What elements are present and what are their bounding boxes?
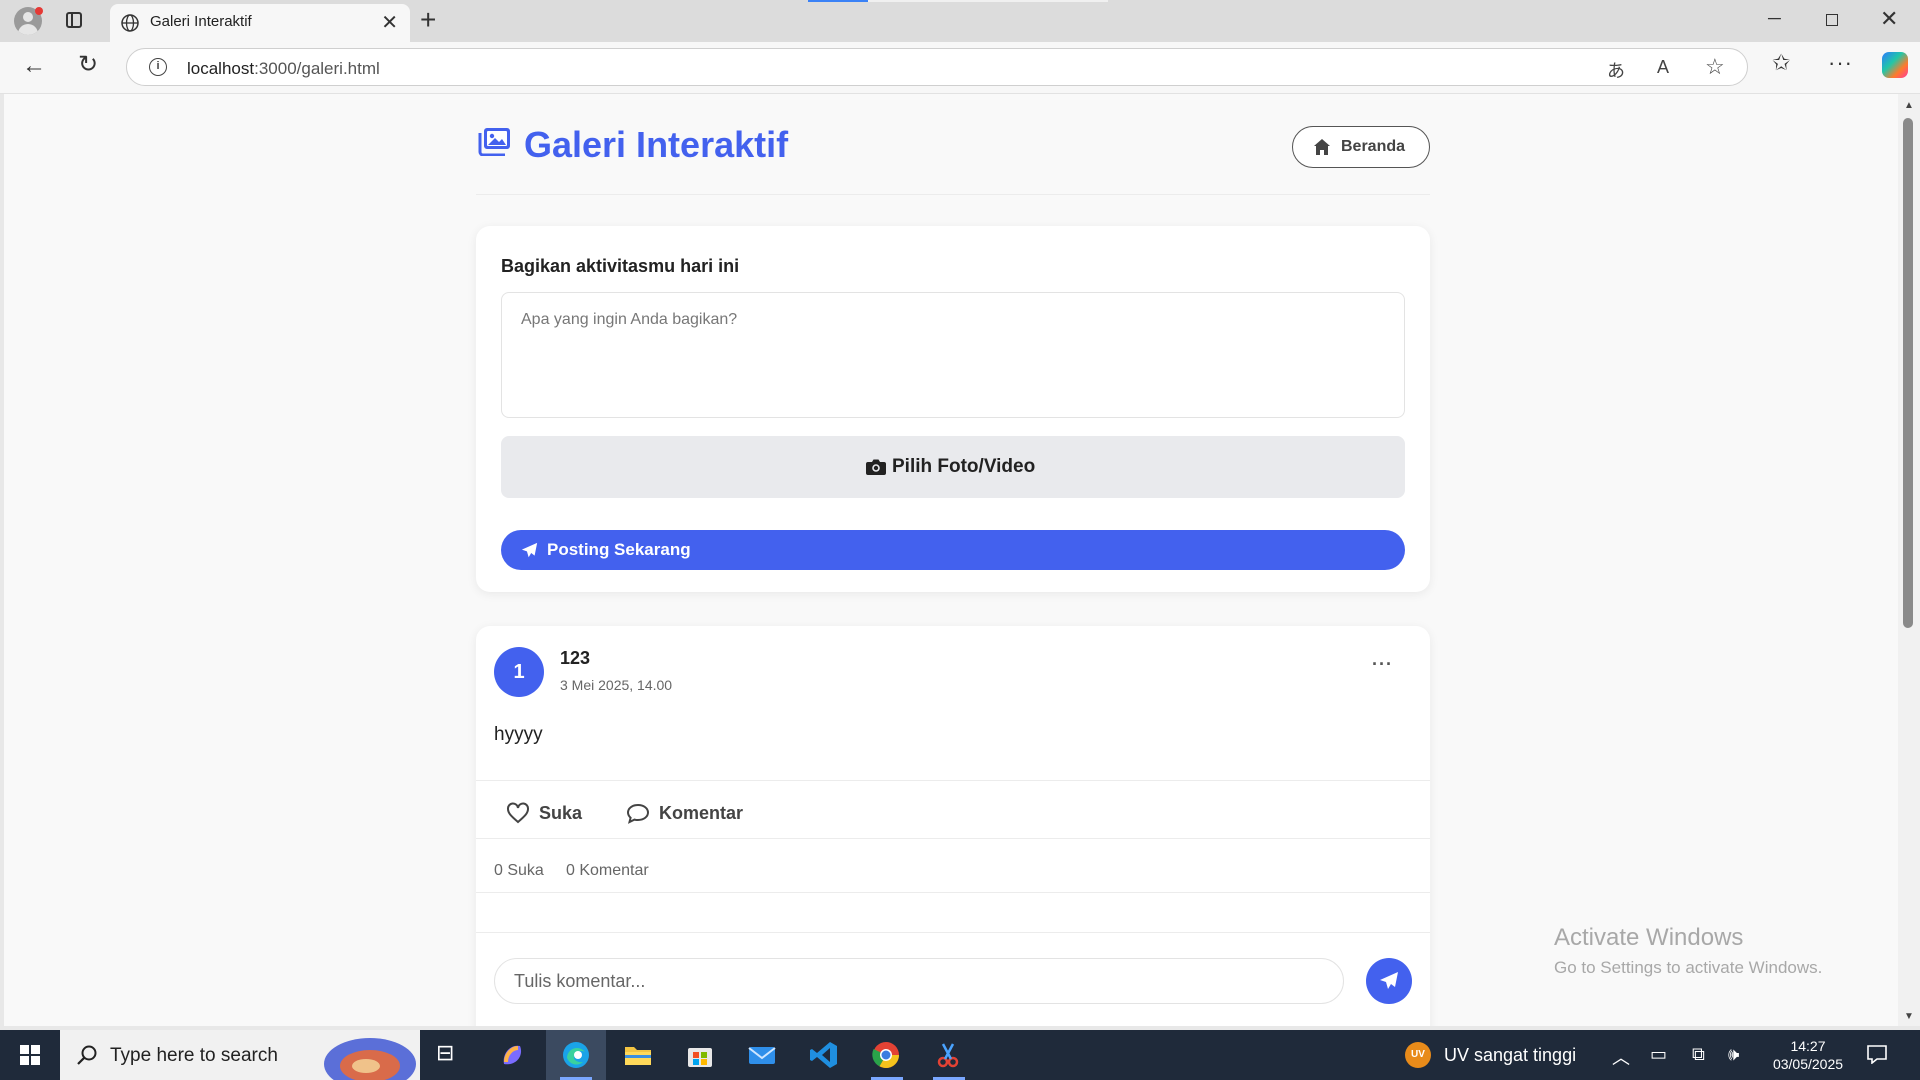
- tab-close-icon[interactable]: ✕: [381, 10, 398, 35]
- address-bar[interactable]: i localhost:3000/galeri.html あ A ☆: [126, 48, 1748, 86]
- watermark-title: Activate Windows: [1554, 924, 1744, 951]
- search-highlight-illustration: [324, 1038, 416, 1080]
- microsoft-store-icon[interactable]: [685, 1040, 715, 1070]
- home-button-label: Beranda: [1341, 138, 1406, 155]
- page-title: Galeri Interaktif: [524, 124, 789, 165]
- post-now-label: Posting Sekarang: [547, 540, 691, 559]
- url-text[interactable]: localhost:3000/galeri.html: [187, 59, 380, 79]
- copilot-icon[interactable]: [1882, 52, 1908, 78]
- comment-button[interactable]: Komentar: [626, 798, 756, 828]
- clock-date: 03/05/2025: [1772, 1056, 1844, 1072]
- divider: [476, 892, 1430, 893]
- comment-input[interactable]: [494, 958, 1344, 1004]
- post-now-button[interactable]: Posting Sekarang: [501, 530, 1405, 570]
- windows-start-icon[interactable]: [20, 1045, 40, 1065]
- choose-media-label: Pilih Foto/Video: [892, 456, 1036, 477]
- tab-title: Galeri Interaktif: [150, 13, 252, 30]
- camera-icon: [866, 459, 886, 475]
- weather-uv-icon[interactable]: UV: [1405, 1042, 1431, 1068]
- scroll-down-icon[interactable]: ▼: [1904, 1011, 1914, 1022]
- chrome-icon[interactable]: [871, 1040, 901, 1070]
- browser-tab-active[interactable]: Galeri Interaktif ✕: [110, 4, 410, 42]
- reload-icon[interactable]: ↻: [78, 50, 98, 79]
- browser-tab-bar: Galeri Interaktif ✕ + ─ ✕: [0, 0, 1920, 42]
- page-header: Galeri Interaktif Beranda: [476, 94, 1430, 195]
- battery-icon[interactable]: ▭: [1650, 1044, 1667, 1065]
- divider: [476, 780, 1430, 781]
- comment-icon: [626, 803, 650, 824]
- more-options-icon[interactable]: ···: [1828, 50, 1853, 76]
- composer-heading: Bagikan aktivitasmu hari ini: [501, 256, 740, 276]
- network-icon[interactable]: ⧉: [1692, 1044, 1705, 1065]
- divider: [476, 838, 1430, 839]
- search-placeholder: Type here to search: [110, 1045, 278, 1066]
- tab-loading-track: [868, 0, 1108, 2]
- new-tab-icon[interactable]: +: [420, 4, 436, 36]
- page-viewport: Galeri Interaktif Beranda Bagikan aktivi…: [4, 94, 1898, 1026]
- weather-status[interactable]: UV sangat tinggi: [1444, 1045, 1576, 1066]
- send-comment-button[interactable]: [1366, 958, 1412, 1004]
- heart-icon: [507, 802, 529, 824]
- post-card: 1 123 3 Mei 2025, 14.00 ··· hyyyy Suka K…: [476, 626, 1430, 1026]
- vscode-icon[interactable]: [809, 1040, 839, 1070]
- notification-center-icon[interactable]: [1866, 1044, 1888, 1064]
- post-text-input[interactable]: [501, 292, 1405, 418]
- clock-time: 14:27: [1790, 1038, 1826, 1054]
- home-icon: [1314, 139, 1330, 155]
- snipping-tool-icon[interactable]: [933, 1040, 963, 1070]
- favorites-icon[interactable]: ✩: [1772, 50, 1790, 76]
- search-icon: [77, 1045, 97, 1065]
- post-timestamp: 3 Mei 2025, 14.00: [560, 677, 673, 693]
- home-button[interactable]: Beranda: [1292, 126, 1430, 168]
- divider: [476, 932, 1430, 933]
- favorite-star-icon[interactable]: ☆: [1705, 54, 1725, 80]
- translate-icon[interactable]: あ: [1607, 57, 1625, 83]
- paper-plane-icon: [521, 542, 538, 558]
- tab-loading-indicator: [808, 0, 868, 2]
- page-scrollbar[interactable]: ▲ ▼: [1898, 94, 1920, 1026]
- window-restore-icon[interactable]: [1826, 14, 1838, 26]
- back-arrow-icon[interactable]: ←: [22, 52, 46, 80]
- show-hidden-icons-chevron-icon[interactable]: ︿: [1612, 1044, 1630, 1070]
- task-view-icon[interactable]: ⊟: [436, 1040, 466, 1070]
- paper-plane-icon: [1380, 972, 1398, 989]
- mail-icon[interactable]: [747, 1040, 777, 1070]
- read-aloud-icon[interactable]: A: [1657, 57, 1669, 78]
- like-count: 0 Suka: [494, 862, 544, 879]
- like-label: Suka: [539, 803, 583, 823]
- tab-actions-icon[interactable]: [66, 12, 82, 28]
- activate-windows-watermark: Activate Windows Go to Settings to activ…: [1554, 924, 1822, 978]
- file-explorer-icon[interactable]: [623, 1040, 653, 1070]
- browser-toolbar: ← ↻ i localhost:3000/galeri.html あ A ☆ ✩…: [0, 42, 1920, 94]
- scroll-thumb[interactable]: [1903, 118, 1913, 628]
- comment-count: 0 Komentar: [566, 862, 649, 879]
- globe-icon: [121, 14, 139, 32]
- post-content: hyyyy: [494, 724, 543, 745]
- system-clock[interactable]: 14:27 03/05/2025: [1766, 1037, 1850, 1073]
- site-info-icon[interactable]: i: [149, 58, 167, 76]
- windows-taskbar: Type here to search ⊟ UV UV sangat tingg…: [0, 1030, 1920, 1080]
- choose-media-button[interactable]: Pilih Foto/Video: [501, 436, 1405, 498]
- watermark-subtitle: Go to Settings to activate Windows.: [1554, 958, 1823, 977]
- post-author: 123: [560, 648, 591, 668]
- window-close-icon[interactable]: ✕: [1880, 6, 1898, 32]
- images-icon: [478, 128, 510, 156]
- edge-browser-icon[interactable]: [561, 1040, 591, 1070]
- profile-notification-dot: [35, 7, 43, 15]
- composer-card: Bagikan aktivitasmu hari ini Pilih Foto/…: [476, 226, 1430, 592]
- volume-icon[interactable]: 🕪: [1728, 1044, 1739, 1065]
- comment-label: Komentar: [659, 803, 744, 823]
- window-minimize-icon[interactable]: ─: [1768, 8, 1781, 29]
- avatar: 1: [494, 647, 544, 697]
- copilot-app-icon[interactable]: [498, 1040, 528, 1070]
- scroll-up-icon[interactable]: ▲: [1904, 100, 1914, 111]
- taskbar-search[interactable]: Type here to search: [60, 1030, 420, 1080]
- more-options-icon[interactable]: ···: [1372, 654, 1393, 675]
